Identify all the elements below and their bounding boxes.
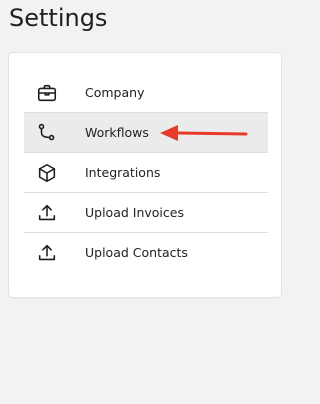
menu-item-workflows[interactable]: Workflows [24,113,268,153]
menu-item-label: Company [85,85,145,100]
menu-item-upload-contacts[interactable]: Upload Contacts [24,233,268,272]
cube-icon [35,161,59,185]
workflow-icon [35,121,59,145]
upload-icon [35,241,59,265]
menu-item-company[interactable]: Company [24,73,268,113]
upload-icon [35,201,59,225]
page-title: Settings [9,4,108,32]
settings-menu: Company Workflows Integrations Upload In… [24,73,268,272]
menu-item-label: Workflows [85,125,149,140]
settings-card: Company Workflows Integrations Upload In… [9,53,281,297]
menu-item-upload-invoices[interactable]: Upload Invoices [24,193,268,233]
briefcase-icon [35,81,59,105]
menu-item-label: Upload Invoices [85,205,184,220]
menu-item-integrations[interactable]: Integrations [24,153,268,193]
menu-item-label: Upload Contacts [85,245,188,260]
menu-item-label: Integrations [85,165,161,180]
